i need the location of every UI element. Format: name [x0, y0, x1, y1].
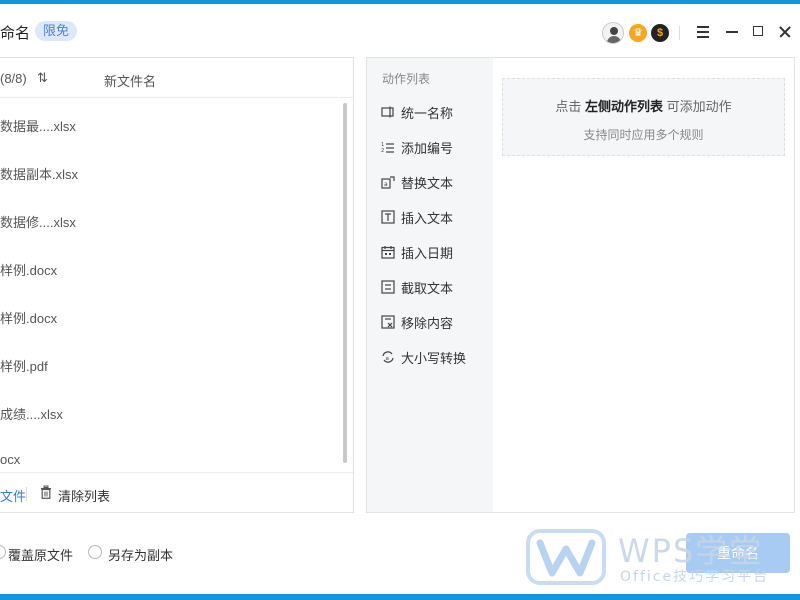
titlebar-divider: [679, 26, 680, 40]
wps-logo-watermark: [526, 529, 606, 585]
clear-list-button[interactable]: 清除列表: [58, 486, 110, 505]
footer-divider: [26, 487, 27, 501]
action-item-remove-content[interactable]: 移除内容: [381, 311, 453, 333]
numbered-list-icon: 1 2: [381, 142, 394, 154]
hint-prefix: 点击: [555, 99, 585, 114]
hint-suffix: 可添加动作: [663, 99, 732, 114]
file-list: 数据最....xlsx 数据副本.xlsx 数据修....xlsx 样例.doc…: [0, 99, 338, 472]
close-icon[interactable]: [775, 20, 795, 44]
list-item[interactable]: 数据最....xlsx: [0, 116, 76, 135]
add-action-hint: 点击 左侧动作列表 可添加动作 支持同时应用多个规则: [502, 78, 785, 156]
list-item[interactable]: 数据副本.xlsx: [0, 164, 78, 183]
file-list-panel: (8/8) ⇅ 新文件名 数据最....xlsx 数据副本.xlsx 数据修..…: [0, 57, 354, 513]
file-list-scrollbar[interactable]: [343, 103, 347, 463]
action-panel: 动作列表 统一名称 1 2 添加编号 a 替换文本 插入文本 插入日期 截取文本…: [366, 57, 795, 513]
action-item-label: 添加编号: [401, 140, 454, 156]
action-item-cut-text[interactable]: 截取文本: [381, 276, 453, 298]
hint-main-text: 点击 左侧动作列表 可添加动作: [503, 96, 784, 115]
list-item[interactable]: ocx: [0, 452, 20, 467]
list-item[interactable]: 成绩....xlsx: [0, 404, 63, 423]
action-item-case-convert[interactable]: a 大小写转换: [381, 346, 466, 368]
svg-text:a: a: [386, 356, 389, 362]
action-item-label: 插入日期: [401, 245, 454, 261]
action-list-title: 动作列表: [382, 72, 431, 86]
action-item-label: 插入文本: [401, 210, 454, 226]
calendar-icon: [381, 246, 395, 259]
hint-sub-text: 支持同时应用多个规则: [583, 128, 704, 142]
svg-text:2: 2: [381, 148, 384, 154]
action-item-add-number[interactable]: 1 2 添加编号: [381, 136, 453, 158]
add-file-button[interactable]: 文件: [0, 486, 26, 505]
action-item-label: 统一名称: [401, 105, 454, 121]
user-avatar[interactable]: [602, 22, 624, 44]
bottom-accent-bar: [0, 594, 800, 600]
file-count: (8/8): [0, 71, 27, 86]
sort-icon[interactable]: ⇅: [37, 70, 48, 86]
list-item[interactable]: 数据修....xlsx: [0, 212, 76, 231]
action-item-label: 截取文本: [401, 280, 454, 296]
action-item-replace-text[interactable]: a 替换文本: [381, 171, 453, 193]
crown-icon[interactable]: ♛: [629, 24, 647, 42]
action-sidebar: 动作列表 统一名称 1 2 添加编号 a 替换文本 插入文本 插入日期 截取文本…: [367, 58, 493, 512]
replace-text-icon: a: [381, 176, 395, 189]
watermark-subtitle: Office技巧学习平台: [620, 569, 770, 585]
hint-emphasis: 左侧动作列表: [584, 99, 663, 114]
save-copy-label[interactable]: 另存为副本: [108, 545, 173, 564]
overwrite-label[interactable]: 覆盖原文件: [8, 545, 73, 564]
action-item-label: 移除内容: [401, 315, 454, 331]
rename-icon: [381, 106, 394, 118]
file-list-header: (8/8) ⇅ 新文件名: [0, 58, 353, 98]
menu-icon[interactable]: [693, 20, 713, 44]
minimize-icon[interactable]: [722, 20, 742, 44]
action-item-insert-text[interactable]: 插入文本: [381, 206, 453, 228]
maximize-icon[interactable]: [748, 20, 768, 44]
action-item-label: 大小写转换: [401, 350, 467, 366]
overwrite-radio[interactable]: [0, 545, 6, 559]
insert-text-icon: [381, 210, 395, 224]
title-bar: 命名 限免 ♛ $: [0, 4, 800, 52]
file-list-footer: 文件 清除列表: [0, 472, 353, 512]
coin-icon[interactable]: $: [651, 24, 669, 42]
save-copy-radio[interactable]: [88, 545, 102, 559]
new-name-header: 新文件名: [104, 74, 157, 89]
action-item-unify-name[interactable]: 统一名称: [381, 101, 453, 123]
action-item-insert-date[interactable]: 插入日期: [381, 241, 453, 263]
app-title: 命名: [0, 25, 31, 42]
remove-content-icon: [381, 315, 395, 329]
trash-icon[interactable]: [40, 485, 52, 499]
cut-text-icon: [381, 280, 395, 294]
list-item[interactable]: 样例.pdf: [0, 356, 48, 375]
list-item[interactable]: 样例.docx: [0, 260, 57, 279]
svg-text:a: a: [384, 181, 388, 188]
action-item-label: 替换文本: [401, 175, 454, 191]
case-convert-icon: a: [382, 351, 394, 363]
free-badge: 限免: [35, 21, 78, 41]
list-item[interactable]: 样例.docx: [0, 308, 57, 327]
